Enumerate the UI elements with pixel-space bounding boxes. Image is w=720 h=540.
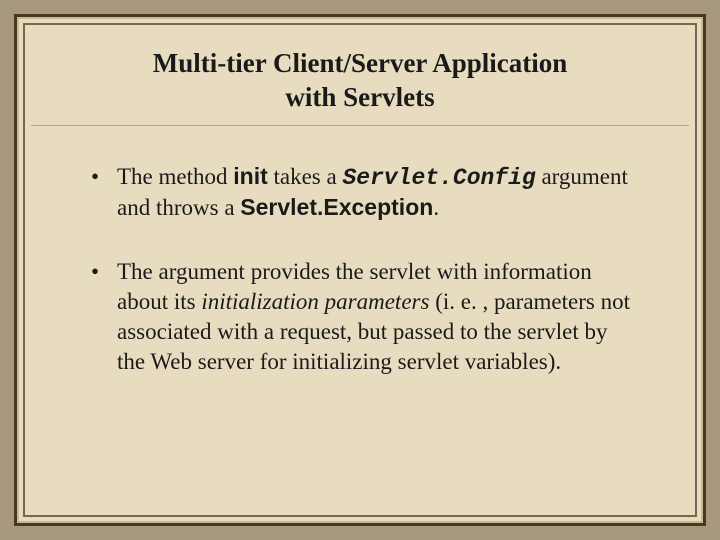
code-init: init: [233, 163, 268, 189]
text: .: [433, 195, 439, 220]
text: takes a: [268, 164, 343, 189]
title-line-1: Multi-tier Client/Server Application: [91, 47, 629, 81]
code-servlet-exception: Servlet.Exception: [240, 194, 433, 220]
em-initialization-parameters: initialization parameters: [201, 289, 429, 314]
slide-frame: Multi-tier Client/Server Application wit…: [14, 14, 706, 526]
content-area: The method init takes a Servlet.Config a…: [31, 126, 689, 431]
code-servlet-config: Servlet.Config: [342, 165, 535, 191]
title-block: Multi-tier Client/Server Application wit…: [31, 31, 689, 126]
text: The method: [117, 164, 233, 189]
slide-inner: Multi-tier Client/Server Application wit…: [31, 31, 689, 509]
bullet-item-1: The method init takes a Servlet.Config a…: [97, 162, 639, 224]
title-line-2: with Servlets: [91, 81, 629, 115]
bullet-item-2: The argument provides the servlet with i…: [97, 257, 639, 377]
